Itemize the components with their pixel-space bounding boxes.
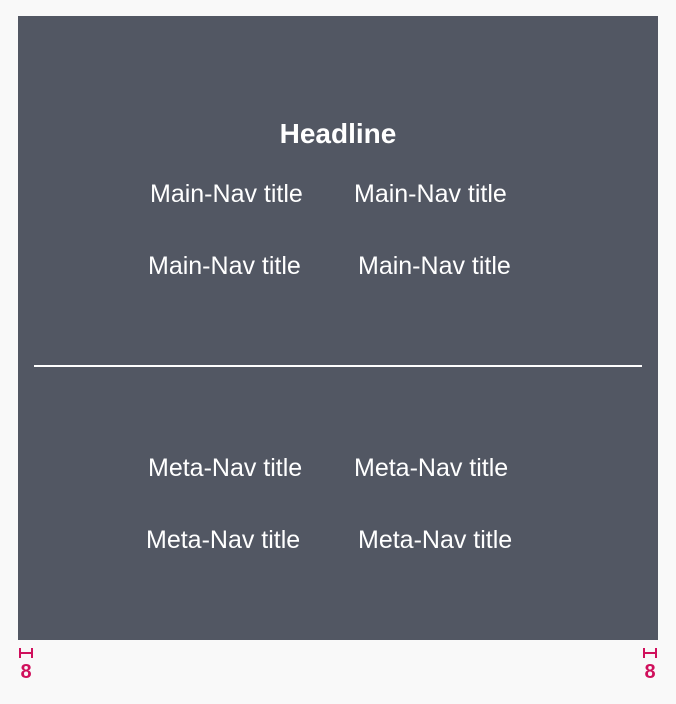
divider (34, 365, 642, 367)
meta-nav-link[interactable]: Meta-Nav title (354, 453, 508, 483)
main-nav-link[interactable]: Main-Nav title (148, 251, 301, 281)
spacing-marker-right: 8 (641, 648, 659, 682)
main-nav-link[interactable]: Main-Nav title (150, 179, 303, 209)
main-nav-link[interactable]: Main-Nav title (358, 251, 511, 281)
spacing-marker-left: 8 (17, 648, 35, 682)
meta-nav-link[interactable]: Meta-Nav title (148, 453, 302, 483)
spacing-bracket-icon (19, 648, 33, 658)
meta-nav-link[interactable]: Meta-Nav title (146, 525, 300, 555)
spacing-value-left: 8 (20, 661, 32, 683)
main-nav-link[interactable]: Main-Nav title (354, 179, 507, 209)
spacing-value-right: 8 (644, 661, 656, 683)
meta-nav-link[interactable]: Meta-Nav title (358, 525, 512, 555)
headline: Headline (279, 118, 397, 149)
spacing-bracket-icon (643, 648, 657, 658)
footer-panel: Headline Main-Nav title Main-Nav title M… (18, 16, 658, 640)
